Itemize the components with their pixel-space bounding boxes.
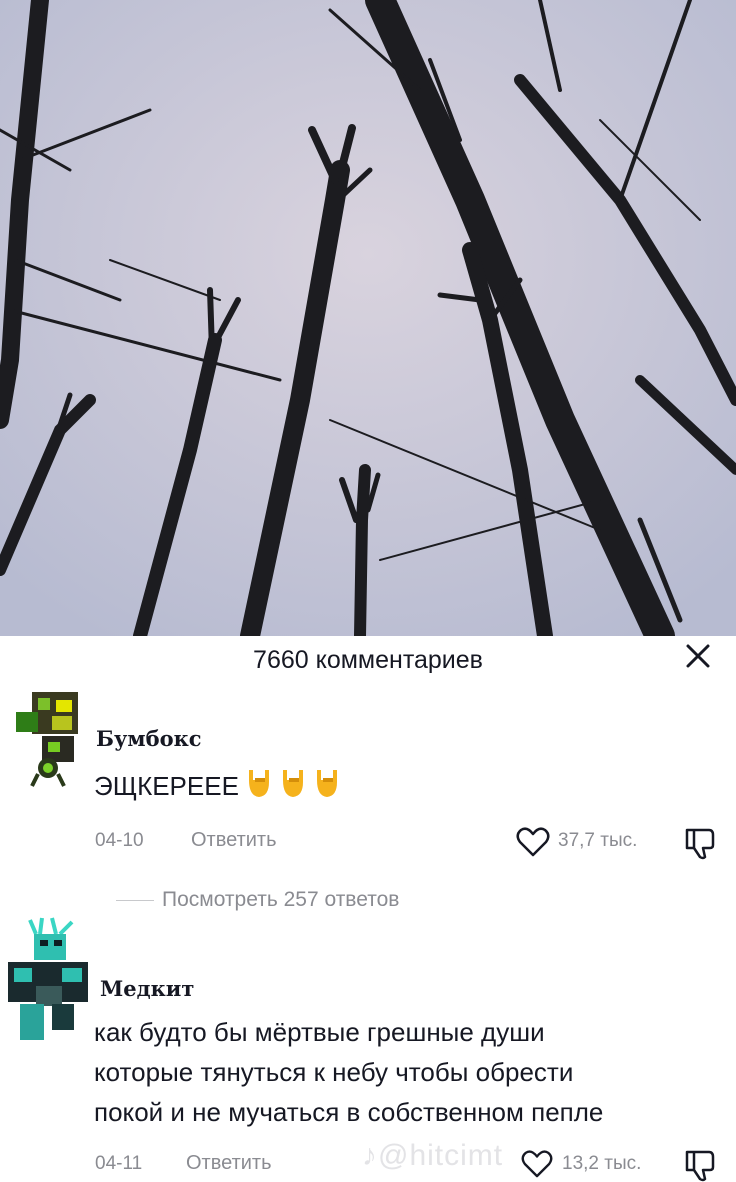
comments-sheet: 7660 комментариев Бумбокс ЭЩКЕРЕЕЕ 04-10… [0,636,736,1182]
view-replies-button[interactable]: Посмотреть 257 ответов [116,888,399,912]
heart-icon[interactable] [521,1150,553,1178]
tiktok-watermark: ♪@hitcimt [362,1139,503,1173]
view-replies-label: Посмотреть 257 ответов [162,888,400,911]
comment-text-line: которые тянуться к небу чтобы обрести [94,1057,574,1087]
reply-button[interactable]: Ответить [186,1152,272,1175]
avatar[interactable] [0,916,100,1046]
rock-on-hand-icon [245,768,273,809]
watermark-handle: @hitcimt [378,1139,504,1172]
bare-trees-image [0,0,736,636]
dislike-icon[interactable] [684,1148,716,1182]
rock-on-hand-icon [279,768,307,809]
comment-text-content: ЭЩКЕРЕЕЕ [94,771,239,801]
avatar[interactable] [12,686,96,794]
dislike-icon[interactable] [684,826,716,860]
divider-line [116,899,154,901]
like-count: 37,7 тыс. [558,830,638,851]
reply-button[interactable]: Ответить [191,829,277,852]
comment-author[interactable]: Медкит [100,976,194,1001]
tiktok-logo-icon: ♪ [362,1139,378,1172]
comment-date: 04-10 [95,830,144,851]
comment-author[interactable]: Бумбокс [96,726,202,751]
comment-text-line: как будто бы мёртвые грешные души [94,1017,545,1047]
rock-on-hand-icon [313,768,341,809]
comment-text: как будто бы мёртвые грешные души которы… [94,1012,603,1132]
comment-date: 04-11 [95,1153,143,1174]
close-icon[interactable] [682,640,714,672]
like-count: 13,2 тыс. [562,1153,642,1174]
comments-count-title: 7660 комментариев [253,646,483,674]
heart-icon[interactable] [516,827,550,857]
video-frame[interactable] [0,0,736,636]
comment-text-line: покой и не мучаться в собственном пепле [94,1097,604,1127]
comment-text: ЭЩКЕРЕЕЕ [94,766,341,809]
